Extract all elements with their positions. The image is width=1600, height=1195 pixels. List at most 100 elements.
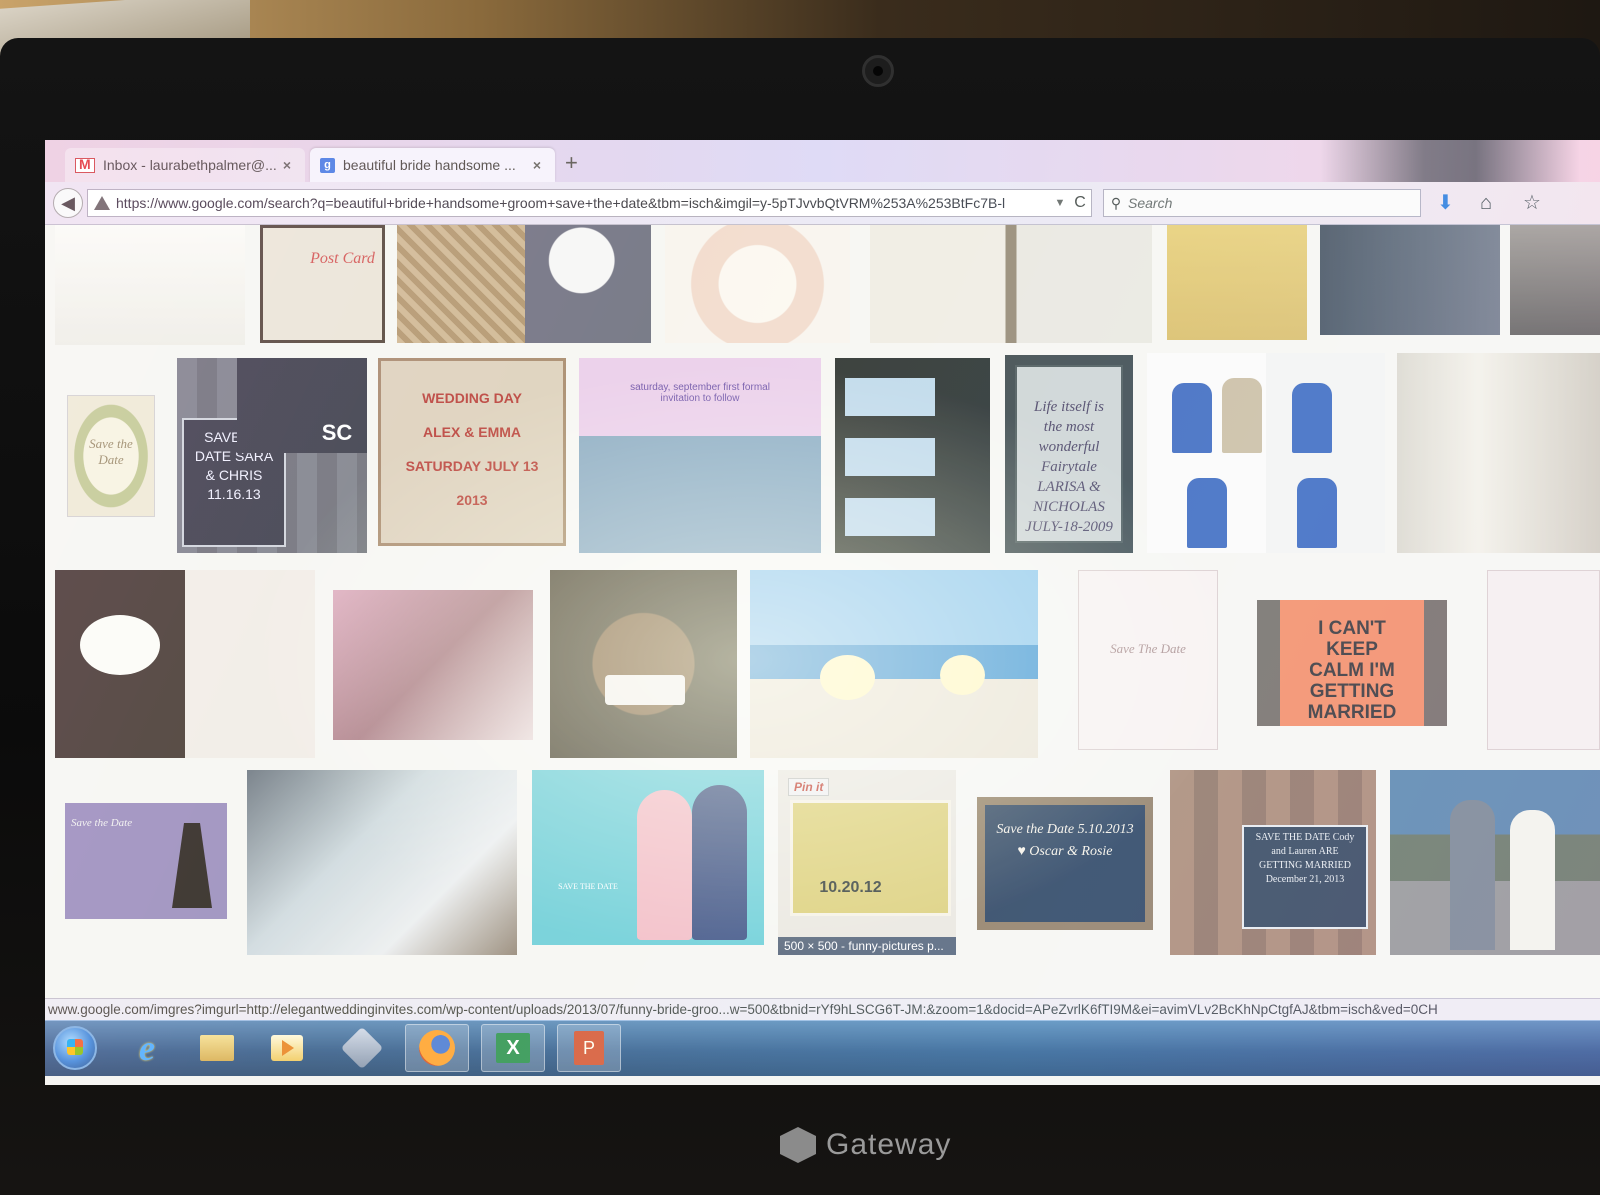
image-thumbnail[interactable]: Save the Date 5.10.2013 ♥ Oscar & Rosie xyxy=(977,797,1153,930)
person-blue-dress xyxy=(1172,383,1212,453)
image-thumbnail[interactable] xyxy=(550,570,737,758)
image-thumbnail[interactable] xyxy=(55,570,315,758)
image-thumbnail[interactable]: SAVE THE DATE Cody and Lauren ARE GETTIN… xyxy=(1170,770,1376,955)
tab-inbox[interactable]: Inbox - laurabethpalmer@... × xyxy=(65,148,305,182)
image-thumbnail[interactable] xyxy=(1487,570,1600,750)
person-blue-dress xyxy=(1292,383,1332,453)
taskbar-powerpoint[interactable]: P xyxy=(557,1024,621,1072)
chalkboard-card: Save the Date 5.10.2013 ♥ Oscar & Rosie xyxy=(985,805,1145,922)
reload-icon[interactable]: C xyxy=(1069,194,1091,212)
image-thumbnail[interactable]: I CAN'T KEEP CALM I'M GETTING MARRIED xyxy=(1257,600,1447,726)
image-thumbnail[interactable] xyxy=(835,358,990,553)
image-thumbnail[interactable] xyxy=(1167,225,1307,340)
image-thumbnail[interactable]: Life itself is the most wonderful Fairyt… xyxy=(1005,355,1133,553)
new-tab-button[interactable]: + xyxy=(565,150,578,176)
google-icon: g xyxy=(320,157,335,173)
thumbnail-text: SAVE THE DATE xyxy=(558,882,618,891)
image-thumbnail[interactable] xyxy=(333,590,533,740)
firefox-icon xyxy=(419,1030,455,1066)
folder-icon xyxy=(200,1035,234,1061)
save-date-card: SAVE THE DATE Cody and Lauren ARE GETTIN… xyxy=(1242,825,1368,929)
laptop-screen: Inbox - laurabethpalmer@... × g beautifu… xyxy=(45,140,1600,1085)
image-thumbnail[interactable]: Post Card xyxy=(260,225,385,343)
image-thumbnail[interactable] xyxy=(1510,225,1600,335)
url-text[interactable]: https://www.google.com/search?q=beautifu… xyxy=(116,195,1051,211)
postcard-back: SC xyxy=(237,358,367,453)
webcam xyxy=(862,55,894,87)
photo-strip-3 xyxy=(845,498,935,536)
image-thumbnail[interactable] xyxy=(870,225,1152,343)
dropdown-icon[interactable]: ▼ xyxy=(1051,197,1069,209)
image-thumbnail[interactable]: Save the Date xyxy=(65,803,227,919)
person-blue-dress xyxy=(1187,478,1227,548)
status-bar-url: www.google.com/imgres?imgurl=http://eleg… xyxy=(45,998,1600,1021)
thumbnail-text: Save the Date xyxy=(89,436,133,467)
thumbnail-text: SAVE THE DATE Cody and Lauren ARE GETTIN… xyxy=(1255,832,1355,885)
flower-arrangement xyxy=(820,655,875,700)
image-thumbnail[interactable]: Save the Date xyxy=(67,395,155,517)
thumbnail-text: Post Card xyxy=(310,250,375,267)
image-thumbnail[interactable] xyxy=(750,570,1038,758)
taskbar-firefox[interactable] xyxy=(405,1024,469,1072)
download-icon[interactable]: ⬇ xyxy=(1437,192,1454,214)
taskbar-internet-explorer[interactable]: e xyxy=(115,1024,179,1072)
taskbar-file-explorer[interactable] xyxy=(185,1024,249,1072)
image-thumbnail[interactable]: Save The Date xyxy=(1078,570,1218,750)
thumbnail-text: saturday, september first formal invitat… xyxy=(630,382,770,404)
image-thumbnail[interactable] xyxy=(525,225,651,343)
laptop-brand: Gateway xyxy=(780,1125,951,1165)
thumbnail-text: Save the Date 5.10.2013 ♥ Oscar & Rosie xyxy=(996,822,1134,859)
background-reflection xyxy=(1320,140,1580,182)
tab-bar: Inbox - laurabethpalmer@... × g beautifu… xyxy=(45,140,1600,182)
powerpoint-icon: P xyxy=(574,1031,604,1065)
image-thumbnail[interactable] xyxy=(665,225,850,343)
pin-it-button[interactable]: Pin it xyxy=(788,778,830,796)
windows-taskbar: e X P xyxy=(45,1020,1600,1076)
excel-icon: X xyxy=(496,1033,530,1063)
cartoon-card: 10.20.12 xyxy=(790,800,951,916)
bride-photo xyxy=(1510,810,1555,950)
address-bar[interactable]: https://www.google.com/search?q=beautifu… xyxy=(87,189,1092,217)
groom-illustration xyxy=(692,785,747,940)
thumbnail-text: 10.20.12 xyxy=(819,879,882,896)
image-thumbnail[interactable] xyxy=(397,225,525,343)
image-thumbnail[interactable] xyxy=(1397,353,1600,553)
image-thumbnail[interactable] xyxy=(1390,770,1600,955)
fairytale-card: Life itself is the most wonderful Fairyt… xyxy=(1015,365,1123,543)
image-size-caption: 500 × 500 - funny-pictures p... xyxy=(778,937,956,955)
image-thumbnail[interactable] xyxy=(1320,225,1500,335)
back-button[interactable]: ◀ xyxy=(53,188,83,218)
gmail-icon xyxy=(75,156,95,173)
close-tab-icon[interactable]: × xyxy=(279,157,295,173)
image-thumbnail[interactable]: Pin it 10.20.12 500 × 500 - funny-pictur… xyxy=(778,770,956,955)
tab-image-search[interactable]: g beautiful bride handsome ... × xyxy=(310,148,555,182)
image-thumbnail[interactable]: saturday, september first formal invitat… xyxy=(579,358,821,553)
tool-icon xyxy=(340,1026,384,1070)
image-results-grid: Post Card Save the Date SAVE the DATE SA… xyxy=(45,225,1600,1003)
image-thumbnail[interactable]: WEDDING DAY ALEX & EMMA SATURDAY JULY 13… xyxy=(378,358,566,546)
taskbar-media-player[interactable] xyxy=(255,1024,319,1072)
taskbar-tool[interactable] xyxy=(330,1024,394,1072)
image-thumbnail[interactable] xyxy=(247,770,517,955)
close-tab-icon[interactable]: × xyxy=(529,157,545,173)
internet-explorer-icon: e xyxy=(139,1028,155,1068)
taskbar-excel[interactable]: X xyxy=(481,1024,545,1072)
photo-strip-2 xyxy=(845,438,935,476)
search-field[interactable]: ⚲ Search xyxy=(1103,189,1421,217)
image-thumbnail[interactable] xyxy=(55,225,245,345)
thumbnail-text: I CAN'T KEEP CALM I'M GETTING MARRIED xyxy=(1307,618,1397,723)
start-button[interactable] xyxy=(53,1026,97,1070)
image-thumbnail[interactable] xyxy=(1147,353,1385,553)
star-icon[interactable]: ☆ xyxy=(1523,192,1541,214)
couple-silhouette xyxy=(172,823,212,908)
thumbnail-text: WEDDING DAY ALEX & EMMA SATURDAY JULY 13… xyxy=(405,390,539,508)
search-icon: ⚲ xyxy=(1110,194,1122,211)
tab-label: Inbox - laurabethpalmer@... xyxy=(103,157,277,173)
photo-strip-1 xyxy=(845,378,935,416)
tab-label: beautiful bride handsome ... xyxy=(343,157,516,173)
home-icon[interactable]: ⌂ xyxy=(1480,192,1492,214)
flower-arrangement xyxy=(940,655,985,695)
image-thumbnail[interactable]: SAVE the DATE SARA & CHRIS 11.16.13 SC xyxy=(177,358,367,553)
image-thumbnail[interactable]: SAVE THE DATE xyxy=(532,770,764,945)
warning-icon[interactable] xyxy=(94,196,110,210)
